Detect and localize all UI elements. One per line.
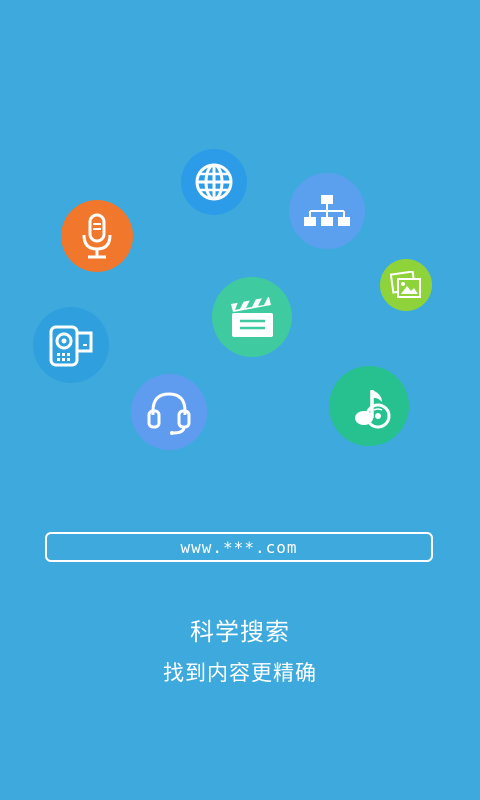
url-text: www.***.com: [180, 537, 298, 557]
sitemap-icon[interactable]: [289, 173, 365, 249]
microphone-icon[interactable]: [61, 200, 133, 272]
globe-icon[interactable]: [181, 149, 247, 215]
headset-icon[interactable]: [131, 374, 207, 450]
clapperboard-icon[interactable]: [212, 277, 292, 357]
music-disc-icon[interactable]: [329, 366, 409, 446]
headline-subtitle: 找到内容更精确: [163, 661, 317, 685]
headline-title: 科学搜索: [190, 618, 290, 646]
video-camera-icon[interactable]: [33, 307, 109, 383]
url-input[interactable]: www.***.com: [45, 532, 433, 562]
photo-icon[interactable]: [380, 259, 432, 311]
